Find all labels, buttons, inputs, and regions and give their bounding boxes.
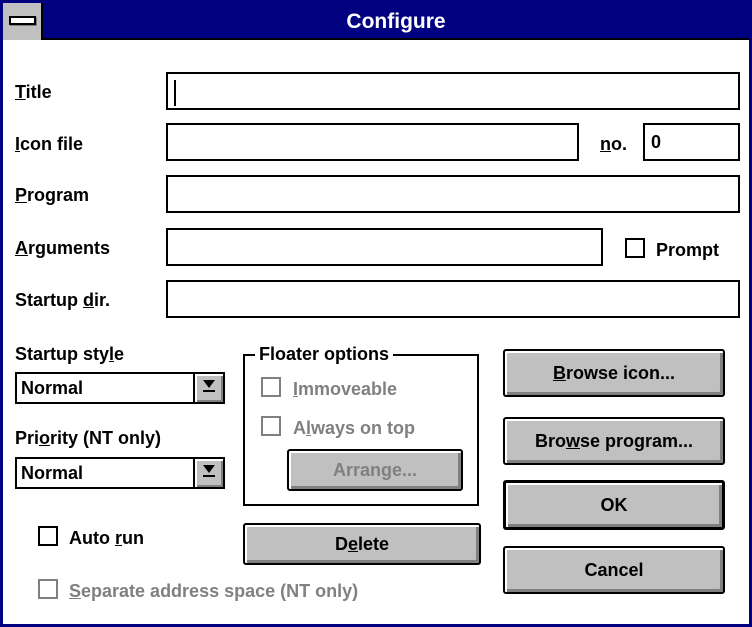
startup-dir-label: Startup dir. (15, 290, 111, 310)
startup-style-label: Startup style (15, 344, 125, 364)
title-input[interactable] (166, 72, 740, 110)
always-on-top-label: Always on top (293, 418, 416, 438)
cancel-button[interactable]: Cancel (503, 546, 725, 594)
icon-number-label: no. (600, 134, 627, 154)
browse-program-button[interactable]: Browse program... (503, 417, 725, 465)
program-input[interactable] (166, 175, 740, 213)
delete-button[interactable]: Delete (243, 523, 481, 565)
priority-dropdown-button[interactable] (193, 459, 223, 487)
startup-style-value: Normal (21, 378, 84, 398)
arguments-label: Arguments (15, 238, 111, 258)
prompt-checkbox[interactable] (625, 238, 645, 258)
title-bar: Configure (3, 3, 749, 40)
arguments-input[interactable] (166, 228, 603, 266)
icon-number-input[interactable]: 0 (643, 123, 740, 161)
system-menu-icon (9, 16, 36, 25)
down-arrow-icon-base (203, 475, 215, 477)
system-menu-button[interactable] (3, 3, 43, 40)
configure-dialog: Configure Title Icon file no. 0 Program … (0, 0, 752, 627)
separate-address-space-label: Separate address space (NT only) (69, 581, 359, 601)
down-arrow-icon (203, 465, 215, 473)
window-title: Configure (346, 10, 446, 33)
startup-dir-input[interactable] (166, 280, 740, 318)
down-arrow-icon-base (203, 390, 215, 392)
immoveable-label: Immoveable (293, 379, 398, 399)
arrange-button[interactable]: Arrange... (287, 449, 463, 491)
program-label: Program (15, 185, 90, 205)
startup-style-dropdown[interactable]: Normal (15, 372, 225, 404)
separate-address-space-checkbox[interactable] (38, 579, 58, 599)
browse-icon-button[interactable]: Browse icon... (503, 349, 725, 397)
floater-options-title: Floater options (255, 343, 393, 365)
priority-label: Priority (NT only) (15, 428, 162, 448)
priority-value: Normal (21, 463, 84, 483)
ok-button[interactable]: OK (503, 480, 725, 530)
auto-run-checkbox[interactable] (38, 526, 58, 546)
icon-file-label: Icon file (15, 134, 84, 154)
startup-style-dropdown-button[interactable] (193, 374, 223, 402)
text-caret (174, 80, 176, 106)
priority-dropdown[interactable]: Normal (15, 457, 225, 489)
icon-file-input[interactable] (166, 123, 579, 161)
down-arrow-icon (203, 380, 215, 388)
immoveable-checkbox[interactable] (261, 377, 281, 397)
always-on-top-checkbox[interactable] (261, 416, 281, 436)
prompt-label: Prompt (656, 240, 719, 260)
auto-run-label: Auto run (69, 528, 144, 548)
title-label: Title (15, 82, 52, 102)
